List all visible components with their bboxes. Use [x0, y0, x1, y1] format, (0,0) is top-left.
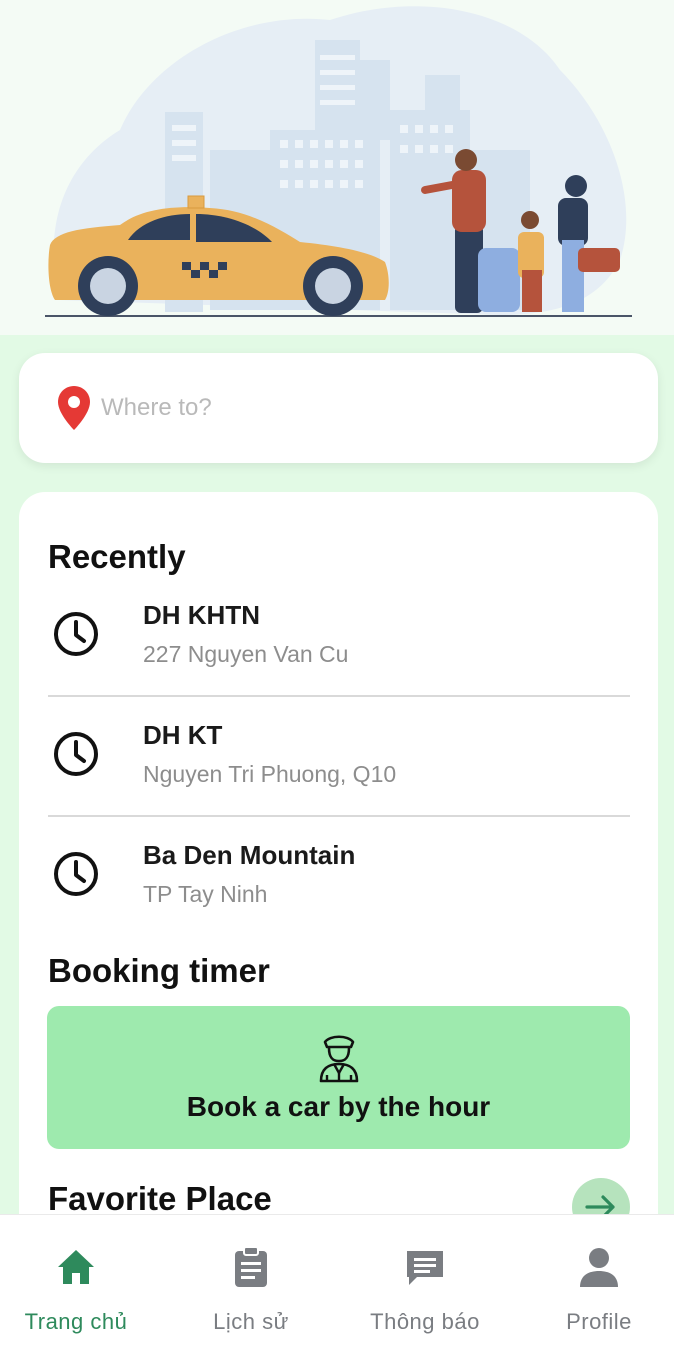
main-card: Recently DH KHTN 227 Nguyen Van Cu DH KT… [19, 492, 658, 1252]
clipboard-icon [235, 1246, 267, 1287]
nav-label-profile: Profile [566, 1309, 632, 1334]
chat-icon [407, 1251, 443, 1285]
nav-item-profile[interactable]: Profile [515, 1215, 674, 1360]
bottom-navigation: Trang chủ Lịch sử Thông báo Profile [0, 1214, 674, 1360]
chauffeur-icon [319, 1034, 358, 1082]
hero-illustration [0, 0, 674, 335]
favorite-place-title: Favorite Place [48, 1180, 272, 1217]
recent-item-ba-den-mountain[interactable]: Ba Den Mountain TP Tay Ninh [48, 828, 630, 948]
book-by-hour-button[interactable]: Book a car by the hour [47, 1006, 630, 1149]
home-icon [58, 1250, 94, 1284]
nav-item-history[interactable]: Lịch sử [167, 1215, 335, 1360]
nav-label-history: Lịch sử [213, 1309, 289, 1334]
recent-item-address: 227 Nguyen Van Cu [143, 641, 349, 667]
divider [48, 695, 630, 697]
location-pin-icon [58, 386, 90, 430]
search-card[interactable] [19, 353, 658, 463]
nav-item-home[interactable]: Trang chủ [0, 1215, 160, 1360]
taxi-travelers-illustration [45, 6, 632, 317]
clock-icon [54, 612, 98, 656]
recent-item-address: Nguyen Tri Phuong, Q10 [143, 761, 397, 787]
nav-item-notifications[interactable]: Thông báo [341, 1215, 509, 1360]
person-icon [580, 1248, 618, 1287]
clock-icon [54, 732, 98, 776]
clock-icon [54, 852, 98, 896]
recent-item-name: Ba Den Mountain [143, 840, 356, 870]
search-input[interactable] [101, 394, 581, 422]
nav-label-home: Trang chủ [24, 1309, 128, 1334]
divider [48, 815, 630, 817]
recent-item-name: DH KT [143, 720, 223, 750]
recent-item-name: DH KHTN [143, 600, 260, 630]
recently-title: Recently [48, 538, 186, 575]
nav-label-notifications: Thông báo [370, 1309, 480, 1334]
recent-item-address: TP Tay Ninh [143, 881, 268, 907]
recent-item-dh-khtn[interactable]: DH KHTN 227 Nguyen Van Cu [48, 588, 630, 708]
book-by-hour-label: Book a car by the hour [186, 1090, 491, 1122]
booking-timer-title: Booking timer [48, 952, 270, 989]
recent-item-dh-kt[interactable]: DH KT Nguyen Tri Phuong, Q10 [48, 708, 630, 828]
